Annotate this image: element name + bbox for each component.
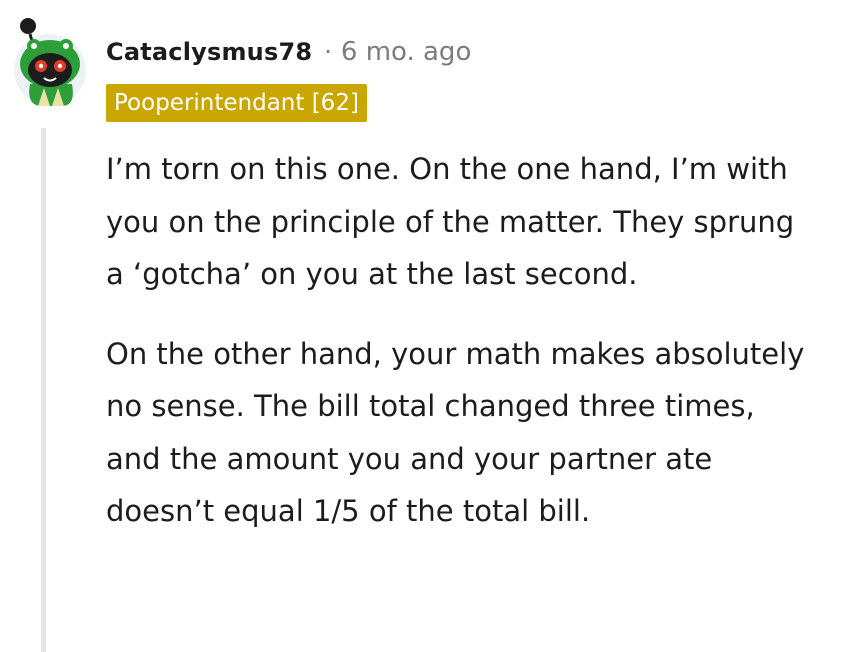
comment-paragraph: I’m torn on this one. On the one hand, I…	[106, 152, 795, 291]
thread-collapse-line[interactable]	[41, 128, 46, 652]
comment-paragraph: On the other hand, your math makes absol…	[106, 336, 805, 529]
username-link[interactable]: Cataclysmus78	[106, 38, 312, 66]
snoo-avatar-icon	[14, 18, 86, 106]
meta-separator: ·	[324, 38, 332, 66]
comment-timestamp[interactable]: 6 mo. ago	[341, 37, 471, 67]
comment-body: I’m torn on this one. On the one hand, I…	[106, 143, 806, 565]
user-flair: Pooperintendant [62]	[106, 84, 367, 122]
user-avatar[interactable]	[12, 14, 90, 110]
comment-header: Cataclysmus78 · 6 mo. ago	[106, 32, 471, 72]
